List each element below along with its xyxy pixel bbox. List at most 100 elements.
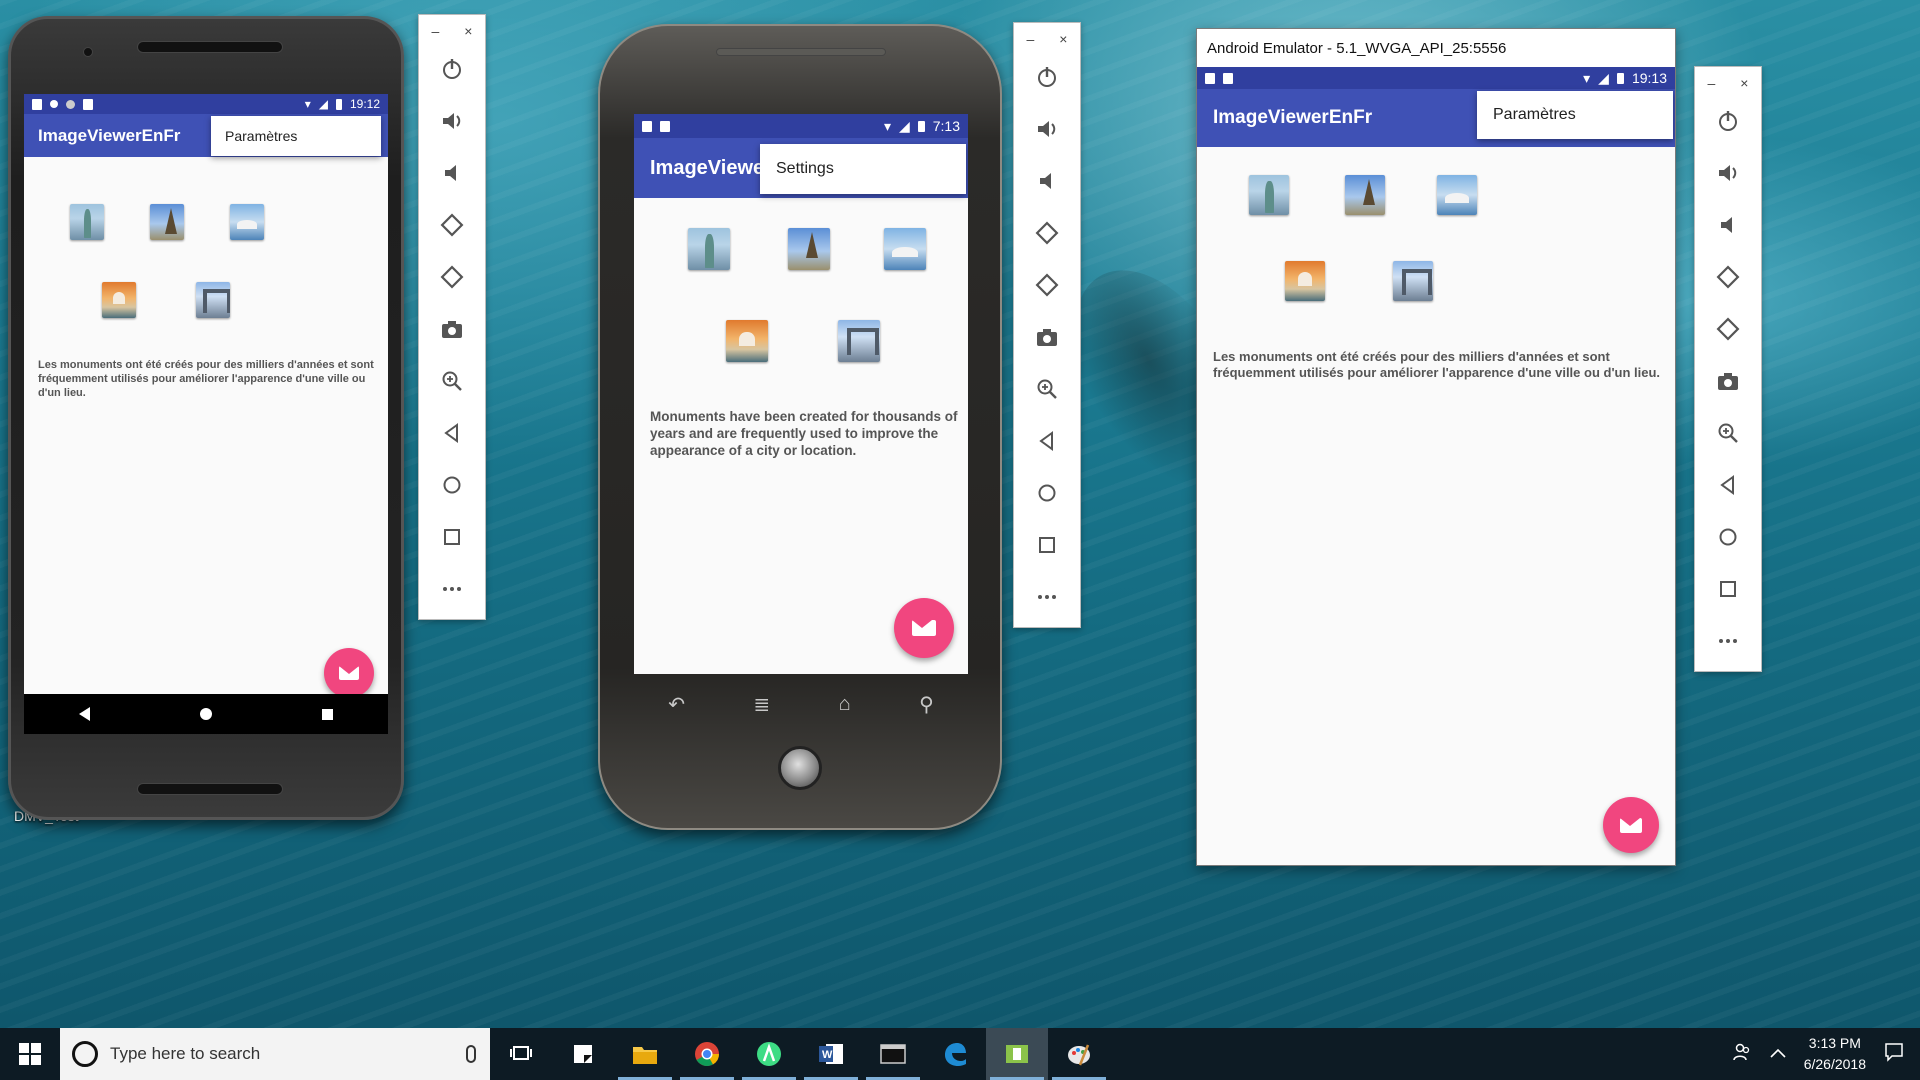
nav-recents-icon[interactable] xyxy=(322,708,333,720)
minimize-button[interactable]: – xyxy=(1708,75,1716,91)
paint-icon[interactable] xyxy=(1048,1028,1110,1080)
thumbnail-tower-bridge[interactable] xyxy=(196,282,230,318)
hw-back-icon[interactable]: ↶ xyxy=(668,692,685,717)
taskbar-clock[interactable]: 3:13 PM 6/26/2018 xyxy=(1804,1033,1866,1075)
thumbnail-sydney-opera-house[interactable] xyxy=(230,204,264,240)
minimize-button[interactable]: – xyxy=(1027,31,1035,47)
email-fab[interactable] xyxy=(894,598,954,658)
overview-button[interactable] xyxy=(1695,571,1761,607)
notification-icon xyxy=(50,100,58,108)
home-button[interactable] xyxy=(419,467,485,503)
emulator-icon[interactable] xyxy=(986,1028,1048,1080)
thumbnail-eiffel-tower[interactable] xyxy=(1345,175,1385,215)
mail-icon xyxy=(912,620,936,636)
hw-menu-icon[interactable]: ≣ xyxy=(753,692,770,717)
task-view-icon[interactable] xyxy=(490,1028,552,1080)
hw-home-icon[interactable]: ⌂ xyxy=(839,693,851,716)
edge-icon[interactable] xyxy=(924,1028,986,1080)
camera-button[interactable] xyxy=(419,311,485,347)
zoom-button[interactable] xyxy=(419,363,485,399)
home-button[interactable] xyxy=(1014,475,1080,511)
thumbnail-taj-mahal[interactable] xyxy=(102,282,136,318)
notification-icon xyxy=(1223,72,1233,84)
volume-down-button[interactable] xyxy=(1014,163,1080,199)
overview-button[interactable] xyxy=(1014,527,1080,563)
close-button[interactable]: × xyxy=(1059,31,1067,47)
more-button[interactable] xyxy=(419,571,485,607)
app-title: ImageViewerEnFr xyxy=(1213,107,1373,128)
trackball-button[interactable] xyxy=(778,746,822,790)
zoom-button[interactable] xyxy=(1695,415,1761,451)
word-icon[interactable]: W xyxy=(800,1028,862,1080)
phone-1-screen[interactable]: ▾ ◢ 19:12 ImageViewerEnFr Paramètres Les… xyxy=(24,94,388,734)
zoom-button[interactable] xyxy=(1014,371,1080,407)
chrome-icon[interactable] xyxy=(676,1028,738,1080)
thumbnail-eiffel-tower[interactable] xyxy=(150,204,184,240)
sticky-notes-icon[interactable] xyxy=(552,1028,614,1080)
power-icon xyxy=(1038,67,1056,87)
thumbnail-sydney-opera-house[interactable] xyxy=(884,228,926,270)
emulator-toolbar-2: – × xyxy=(1013,22,1081,628)
menu-item-settings[interactable]: Settings xyxy=(776,160,834,178)
camera-button[interactable] xyxy=(1014,319,1080,355)
power-button[interactable] xyxy=(1695,103,1761,139)
thumbnail-sydney-opera-house[interactable] xyxy=(1437,175,1477,215)
battery-icon xyxy=(335,98,342,110)
rotate-left-button[interactable] xyxy=(419,207,485,243)
camera-button[interactable] xyxy=(1695,363,1761,399)
home-button[interactable] xyxy=(1695,519,1761,555)
overflow-menu-popup: Paramètres xyxy=(1477,91,1673,139)
volume-up-button[interactable] xyxy=(1014,111,1080,147)
people-icon[interactable] xyxy=(1732,1042,1752,1067)
thumbnail-taj-mahal[interactable] xyxy=(726,320,768,362)
thumbnail-statue-of-liberty[interactable] xyxy=(688,228,730,270)
more-button[interactable] xyxy=(1014,579,1080,615)
more-button[interactable] xyxy=(1695,623,1761,659)
minimize-button[interactable]: – xyxy=(432,23,440,39)
chevron-up-icon[interactable] xyxy=(1770,1045,1786,1063)
volume-up-button[interactable] xyxy=(419,103,485,139)
action-center-icon[interactable] xyxy=(1884,1042,1904,1067)
thumbnail-tower-bridge[interactable] xyxy=(1393,261,1433,301)
start-button[interactable] xyxy=(0,1028,60,1080)
battery-icon xyxy=(917,120,925,132)
volume-down-button[interactable] xyxy=(1695,207,1761,243)
power-button[interactable] xyxy=(1014,59,1080,95)
nav-back-icon[interactable] xyxy=(79,707,90,721)
rotate-left-button[interactable] xyxy=(1695,259,1761,295)
phone-2-screen[interactable]: ▾ ◢ 7:13 ImageViewe Settings Monuments h… xyxy=(634,114,968,674)
volume-down-button[interactable] xyxy=(419,155,485,191)
menu-item-settings[interactable]: Paramètres xyxy=(225,128,297,144)
overview-button[interactable] xyxy=(419,519,485,555)
rotate-right-button[interactable] xyxy=(1695,311,1761,347)
home-icon xyxy=(443,476,461,494)
phone-3-screen[interactable]: ▾ ◢ 19:13 ImageViewerEnFr Paramètres Les… xyxy=(1197,67,1675,865)
email-fab[interactable] xyxy=(1603,797,1659,853)
thumbnail-taj-mahal[interactable] xyxy=(1285,261,1325,301)
rotate-right-button[interactable] xyxy=(1014,267,1080,303)
hw-search-icon[interactable]: ⚲ xyxy=(919,692,934,717)
microphone-icon[interactable] xyxy=(466,1045,476,1063)
back-button[interactable] xyxy=(1695,467,1761,503)
volume-up-button[interactable] xyxy=(1695,155,1761,191)
thumbnail-eiffel-tower[interactable] xyxy=(788,228,830,270)
back-button[interactable] xyxy=(1014,423,1080,459)
rotate-right-button[interactable] xyxy=(419,259,485,295)
menu-item-settings[interactable]: Paramètres xyxy=(1493,106,1576,124)
terminal-icon[interactable] xyxy=(862,1028,924,1080)
close-button[interactable]: × xyxy=(1740,75,1748,91)
rotate-left-button[interactable] xyxy=(1014,215,1080,251)
email-fab[interactable] xyxy=(324,648,374,698)
nav-home-icon[interactable] xyxy=(200,708,212,720)
taskbar-search-box[interactable]: Type here to search xyxy=(60,1028,490,1080)
thumbnail-tower-bridge[interactable] xyxy=(838,320,880,362)
thumbnail-statue-of-liberty[interactable] xyxy=(70,204,104,240)
window-title-bar[interactable]: Android Emulator - 5.1_WVGA_API_25:5556 xyxy=(1197,29,1675,67)
android-studio-icon[interactable] xyxy=(738,1028,800,1080)
back-button[interactable] xyxy=(419,415,485,451)
close-button[interactable]: × xyxy=(464,23,472,39)
signal-icon: ◢ xyxy=(318,97,328,111)
power-button[interactable] xyxy=(419,51,485,87)
thumbnail-statue-of-liberty[interactable] xyxy=(1249,175,1289,215)
file-explorer-icon[interactable] xyxy=(614,1028,676,1080)
